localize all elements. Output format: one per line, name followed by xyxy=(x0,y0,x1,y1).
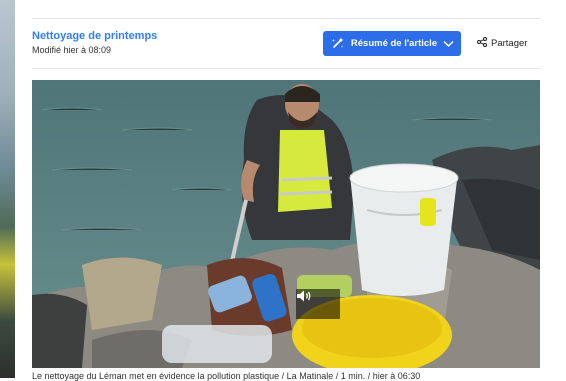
article-title[interactable]: Nettoyage de printemps xyxy=(32,30,157,42)
article-summary-label: Résumé de l'article xyxy=(350,38,438,49)
previous-image-edge xyxy=(0,0,15,378)
modified-timestamp: Modifié hier à 08:09 xyxy=(32,45,112,55)
sparkle-icon xyxy=(330,36,345,51)
share-label: Partager xyxy=(491,38,528,49)
media-caption: Le nettoyage du Léman met en évidence la… xyxy=(32,371,421,381)
share-button[interactable]: Partager xyxy=(477,37,527,50)
chevron-down-icon xyxy=(443,40,454,48)
photo-illustration xyxy=(32,80,540,368)
article-photo[interactable] xyxy=(32,80,540,368)
sound-toggle-button[interactable] xyxy=(296,289,340,319)
share-icon xyxy=(477,37,487,50)
article-header: Nettoyage de printemps Modifié hier à 08… xyxy=(32,18,540,69)
article-summary-button[interactable]: Résumé de l'article xyxy=(323,31,461,56)
